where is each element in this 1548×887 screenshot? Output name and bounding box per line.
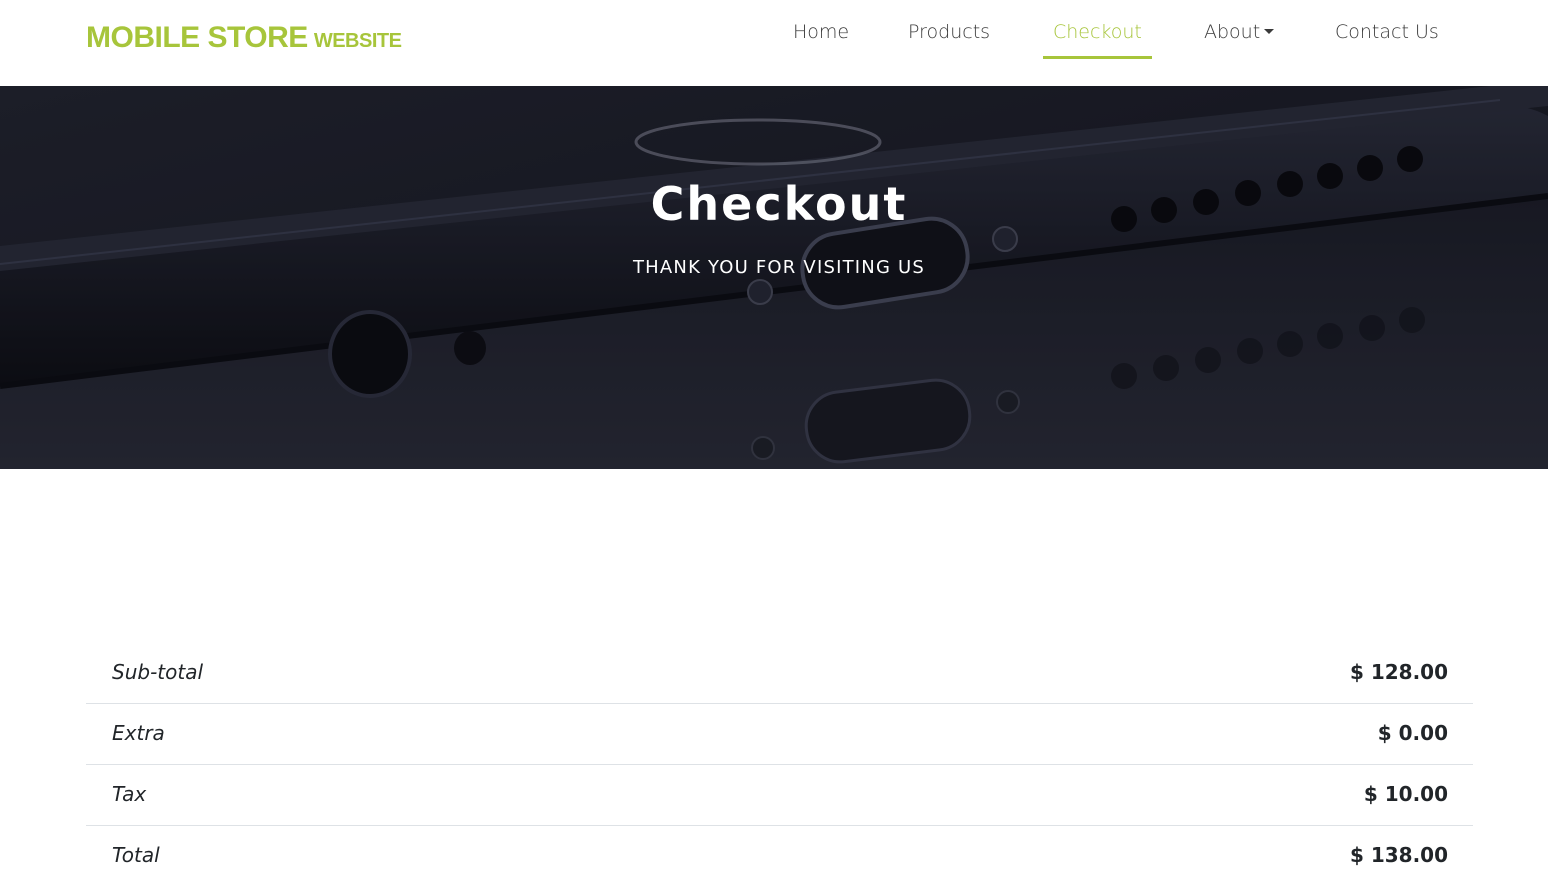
extra-value: $ 0.00: [1377, 721, 1448, 745]
nav-checkout-label: Checkout: [1053, 21, 1142, 43]
chevron-down-icon: [1264, 28, 1275, 34]
subtotal-label: Sub-total: [112, 660, 204, 684]
main-nav: Home Products Checkout About Contact Us: [0, 0, 1548, 86]
total-label: Total: [112, 843, 160, 867]
nav-about-label: About: [1204, 21, 1261, 43]
tax-value: $ 10.00: [1363, 782, 1448, 806]
nav-about[interactable]: About: [1194, 18, 1284, 59]
subtotal-value: $ 128.00: [1349, 660, 1448, 684]
page-subtitle: THANK YOU FOR VISITING US: [632, 257, 926, 278]
nav-contact-label: Contact Us: [1335, 21, 1439, 43]
order-summary: Sub-total $ 128.00 Extra $ 0.00 Tax $ 10…: [86, 643, 1473, 887]
hero-banner: Checkout THANK YOU FOR VISITING US: [0, 86, 1548, 469]
summary-row-subtotal: Sub-total $ 128.00: [86, 643, 1473, 704]
nav-products-label: Products: [908, 21, 991, 43]
nav-contact[interactable]: Contact Us: [1325, 18, 1449, 59]
summary-row-total: Total $ 138.00: [86, 826, 1473, 887]
nav-products[interactable]: Products: [898, 18, 1000, 59]
tax-label: Tax: [112, 782, 147, 806]
nav-checkout[interactable]: Checkout: [1043, 18, 1152, 59]
summary-row-extra: Extra $ 0.00: [86, 704, 1473, 765]
total-value: $ 138.00: [1349, 843, 1448, 867]
nav-home-label: Home: [793, 21, 850, 43]
nav-home[interactable]: Home: [783, 18, 859, 59]
summary-row-tax: Tax $ 10.00: [86, 765, 1473, 826]
site-header: MOBILE STORE WEBSITE Home Products Check…: [0, 0, 1548, 86]
extra-label: Extra: [112, 721, 165, 745]
page-title: Checkout: [650, 177, 908, 231]
